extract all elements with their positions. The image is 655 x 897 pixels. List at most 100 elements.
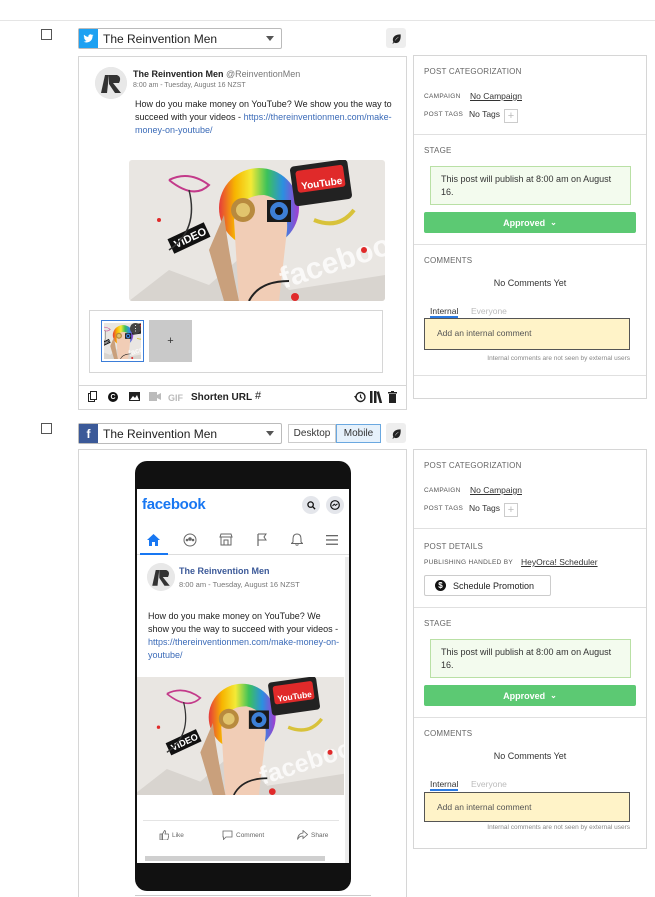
- categorization-section: POST CATEGORIZATION CAMPAIGN No Campaign…: [414, 450, 646, 529]
- campaign-label: CAMPAIGN: [424, 487, 461, 494]
- avatar: [147, 563, 175, 591]
- campaign-selector[interactable]: No Campaign: [470, 91, 522, 101]
- campaign-selector[interactable]: No Campaign: [470, 485, 522, 495]
- comment-label: Comment: [236, 831, 265, 839]
- comments-section: COMMENTS No Comments Yet Internal Everyo…: [414, 718, 646, 849]
- search-icon[interactable]: [302, 496, 320, 514]
- section-title: COMMENTS: [424, 729, 473, 738]
- account-name: The Reinvention Men: [103, 31, 218, 46]
- comments-empty: No Comments Yet: [493, 751, 567, 761]
- chevron-down-icon: [266, 36, 274, 41]
- account-name: The Reinvention Men: [103, 426, 218, 441]
- add-media-button[interactable]: +: [149, 320, 192, 362]
- comment-input[interactable]: Add an internal comment: [424, 318, 630, 350]
- leaf-icon[interactable]: [386, 28, 406, 48]
- section-title: STAGE: [424, 146, 452, 155]
- post-select-checkbox[interactable]: [41, 29, 52, 40]
- post-preview-card: The Reinvention Men @ReinventionMen 8:00…: [78, 56, 407, 386]
- horizontal-scrollbar[interactable]: [145, 856, 325, 861]
- media-options-icon[interactable]: ⋮: [130, 323, 141, 334]
- history-icon[interactable]: [354, 391, 366, 406]
- view-desktop-button[interactable]: Desktop: [288, 424, 336, 443]
- tags-value: No Tags: [469, 109, 501, 119]
- section-title: POST DETAILS: [424, 542, 484, 551]
- library-icon[interactable]: [370, 391, 383, 406]
- tab-everyone[interactable]: Everyone: [471, 306, 507, 316]
- handled-by-label: PUBLISHING HANDLED BY: [424, 559, 514, 566]
- trash-icon[interactable]: [388, 391, 397, 406]
- video-icon[interactable]: [149, 392, 161, 404]
- tab-internal[interactable]: Internal: [430, 306, 459, 318]
- view-mobile-button[interactable]: Mobile: [336, 424, 381, 443]
- facebook-logo: facebook: [142, 496, 206, 513]
- phone-screen: facebook The Reinvention Men 8:00 am - T…: [137, 489, 349, 863]
- display-name: The Reinvention Men: [133, 69, 224, 79]
- section-title: COMMENTS: [424, 256, 473, 265]
- like-label: Like: [172, 831, 184, 839]
- gif-button[interactable]: GIF: [168, 393, 183, 403]
- add-tag-button[interactable]: +: [504, 109, 518, 123]
- tab-everyone[interactable]: Everyone: [471, 779, 507, 789]
- schedule-promotion-button[interactable]: $ Schedule Promotion: [424, 575, 551, 596]
- post-select-checkbox[interactable]: [41, 423, 52, 434]
- approval-status-label: Approved: [503, 217, 546, 228]
- groups-icon[interactable]: [183, 533, 197, 550]
- account-selector[interactable]: The Reinvention Men: [78, 28, 282, 49]
- post-preview-card: facebook The Reinvention Men 8:00 am - T…: [78, 449, 407, 897]
- marketplace-icon[interactable]: [219, 533, 233, 549]
- tab-internal-label: Internal: [430, 779, 459, 789]
- stage-section: STAGE This post will publish at 8:00 am …: [414, 135, 646, 245]
- post-image: [137, 677, 344, 795]
- fb-nav-bar: [137, 527, 349, 555]
- campaign-label: CAMPAIGN: [424, 93, 461, 100]
- comment-button[interactable]: Comment: [222, 830, 264, 840]
- post-settings-panel: POST CATEGORIZATION CAMPAIGN No Campaign…: [413, 449, 647, 849]
- publish-note: This post will publish at 8:00 am on Aug…: [430, 639, 631, 678]
- like-button[interactable]: Like: [159, 830, 184, 840]
- comment-input[interactable]: Add an internal comment: [424, 792, 630, 822]
- tab-internal-label: Internal: [430, 306, 459, 316]
- section-title: STAGE: [424, 619, 452, 628]
- flag-icon[interactable]: [256, 533, 268, 549]
- post-link[interactable]: https://thereinventionmen.com/make-money…: [148, 637, 339, 660]
- copy-icon[interactable]: [88, 391, 97, 405]
- section-title: POST CATEGORIZATION: [424, 67, 522, 76]
- scrollbar[interactable]: [345, 557, 349, 863]
- approval-status-button[interactable]: Approved ⌄: [424, 685, 636, 706]
- shorten-url-button[interactable]: Shorten URL: [191, 392, 252, 403]
- approval-status-button[interactable]: Approved ⌄: [424, 212, 636, 233]
- display-name: The Reinvention Men: [179, 566, 270, 576]
- avatar: [95, 67, 127, 99]
- account-selector[interactable]: f The Reinvention Men: [78, 423, 282, 444]
- phone-frame: facebook The Reinvention Men 8:00 am - T…: [135, 461, 351, 891]
- leaf-icon[interactable]: [386, 423, 406, 443]
- publisher-selector[interactable]: HeyOrca! Scheduler: [521, 557, 598, 567]
- approval-status-label: Approved: [503, 690, 546, 701]
- composer-toolbar: C GIF Shorten URL #: [78, 386, 407, 410]
- messenger-icon[interactable]: [326, 496, 344, 514]
- twitter-icon: [79, 29, 98, 48]
- active-tab-indicator: [430, 789, 459, 791]
- chevron-down-icon: [266, 431, 274, 436]
- tags-value: No Tags: [469, 503, 501, 513]
- timestamp: 8:00 am - Tuesday, August 16 NZST: [133, 82, 246, 89]
- comments-section: COMMENTS No Comments Yet Internal Everyo…: [414, 245, 646, 376]
- copyright-icon[interactable]: C: [108, 392, 118, 402]
- menu-icon[interactable]: [326, 535, 338, 548]
- schedule-promotion-label: Schedule Promotion: [453, 580, 535, 591]
- add-tag-button[interactable]: +: [504, 503, 518, 517]
- media-thumbnail[interactable]: ⋮: [89, 320, 164, 362]
- bell-icon[interactable]: [290, 533, 304, 549]
- home-icon[interactable]: [147, 534, 160, 549]
- share-button[interactable]: Share: [297, 830, 328, 840]
- dollar-icon: $: [435, 580, 446, 591]
- image-icon[interactable]: [129, 392, 140, 404]
- tab-internal[interactable]: Internal: [430, 779, 459, 791]
- comment-note: Internal comments are not seen by extern…: [487, 355, 630, 362]
- chevron-down-icon: ⌄: [550, 691, 557, 700]
- categorization-section: POST CATEGORIZATION CAMPAIGN No Campaign…: [414, 56, 646, 135]
- publish-note: This post will publish at 8:00 am on Aug…: [430, 166, 631, 205]
- active-tab-indicator: [140, 553, 168, 555]
- post-details-section: POST DETAILS PUBLISHING HANDLED BY HeyOr…: [414, 529, 646, 608]
- hashtag-button[interactable]: #: [255, 390, 261, 402]
